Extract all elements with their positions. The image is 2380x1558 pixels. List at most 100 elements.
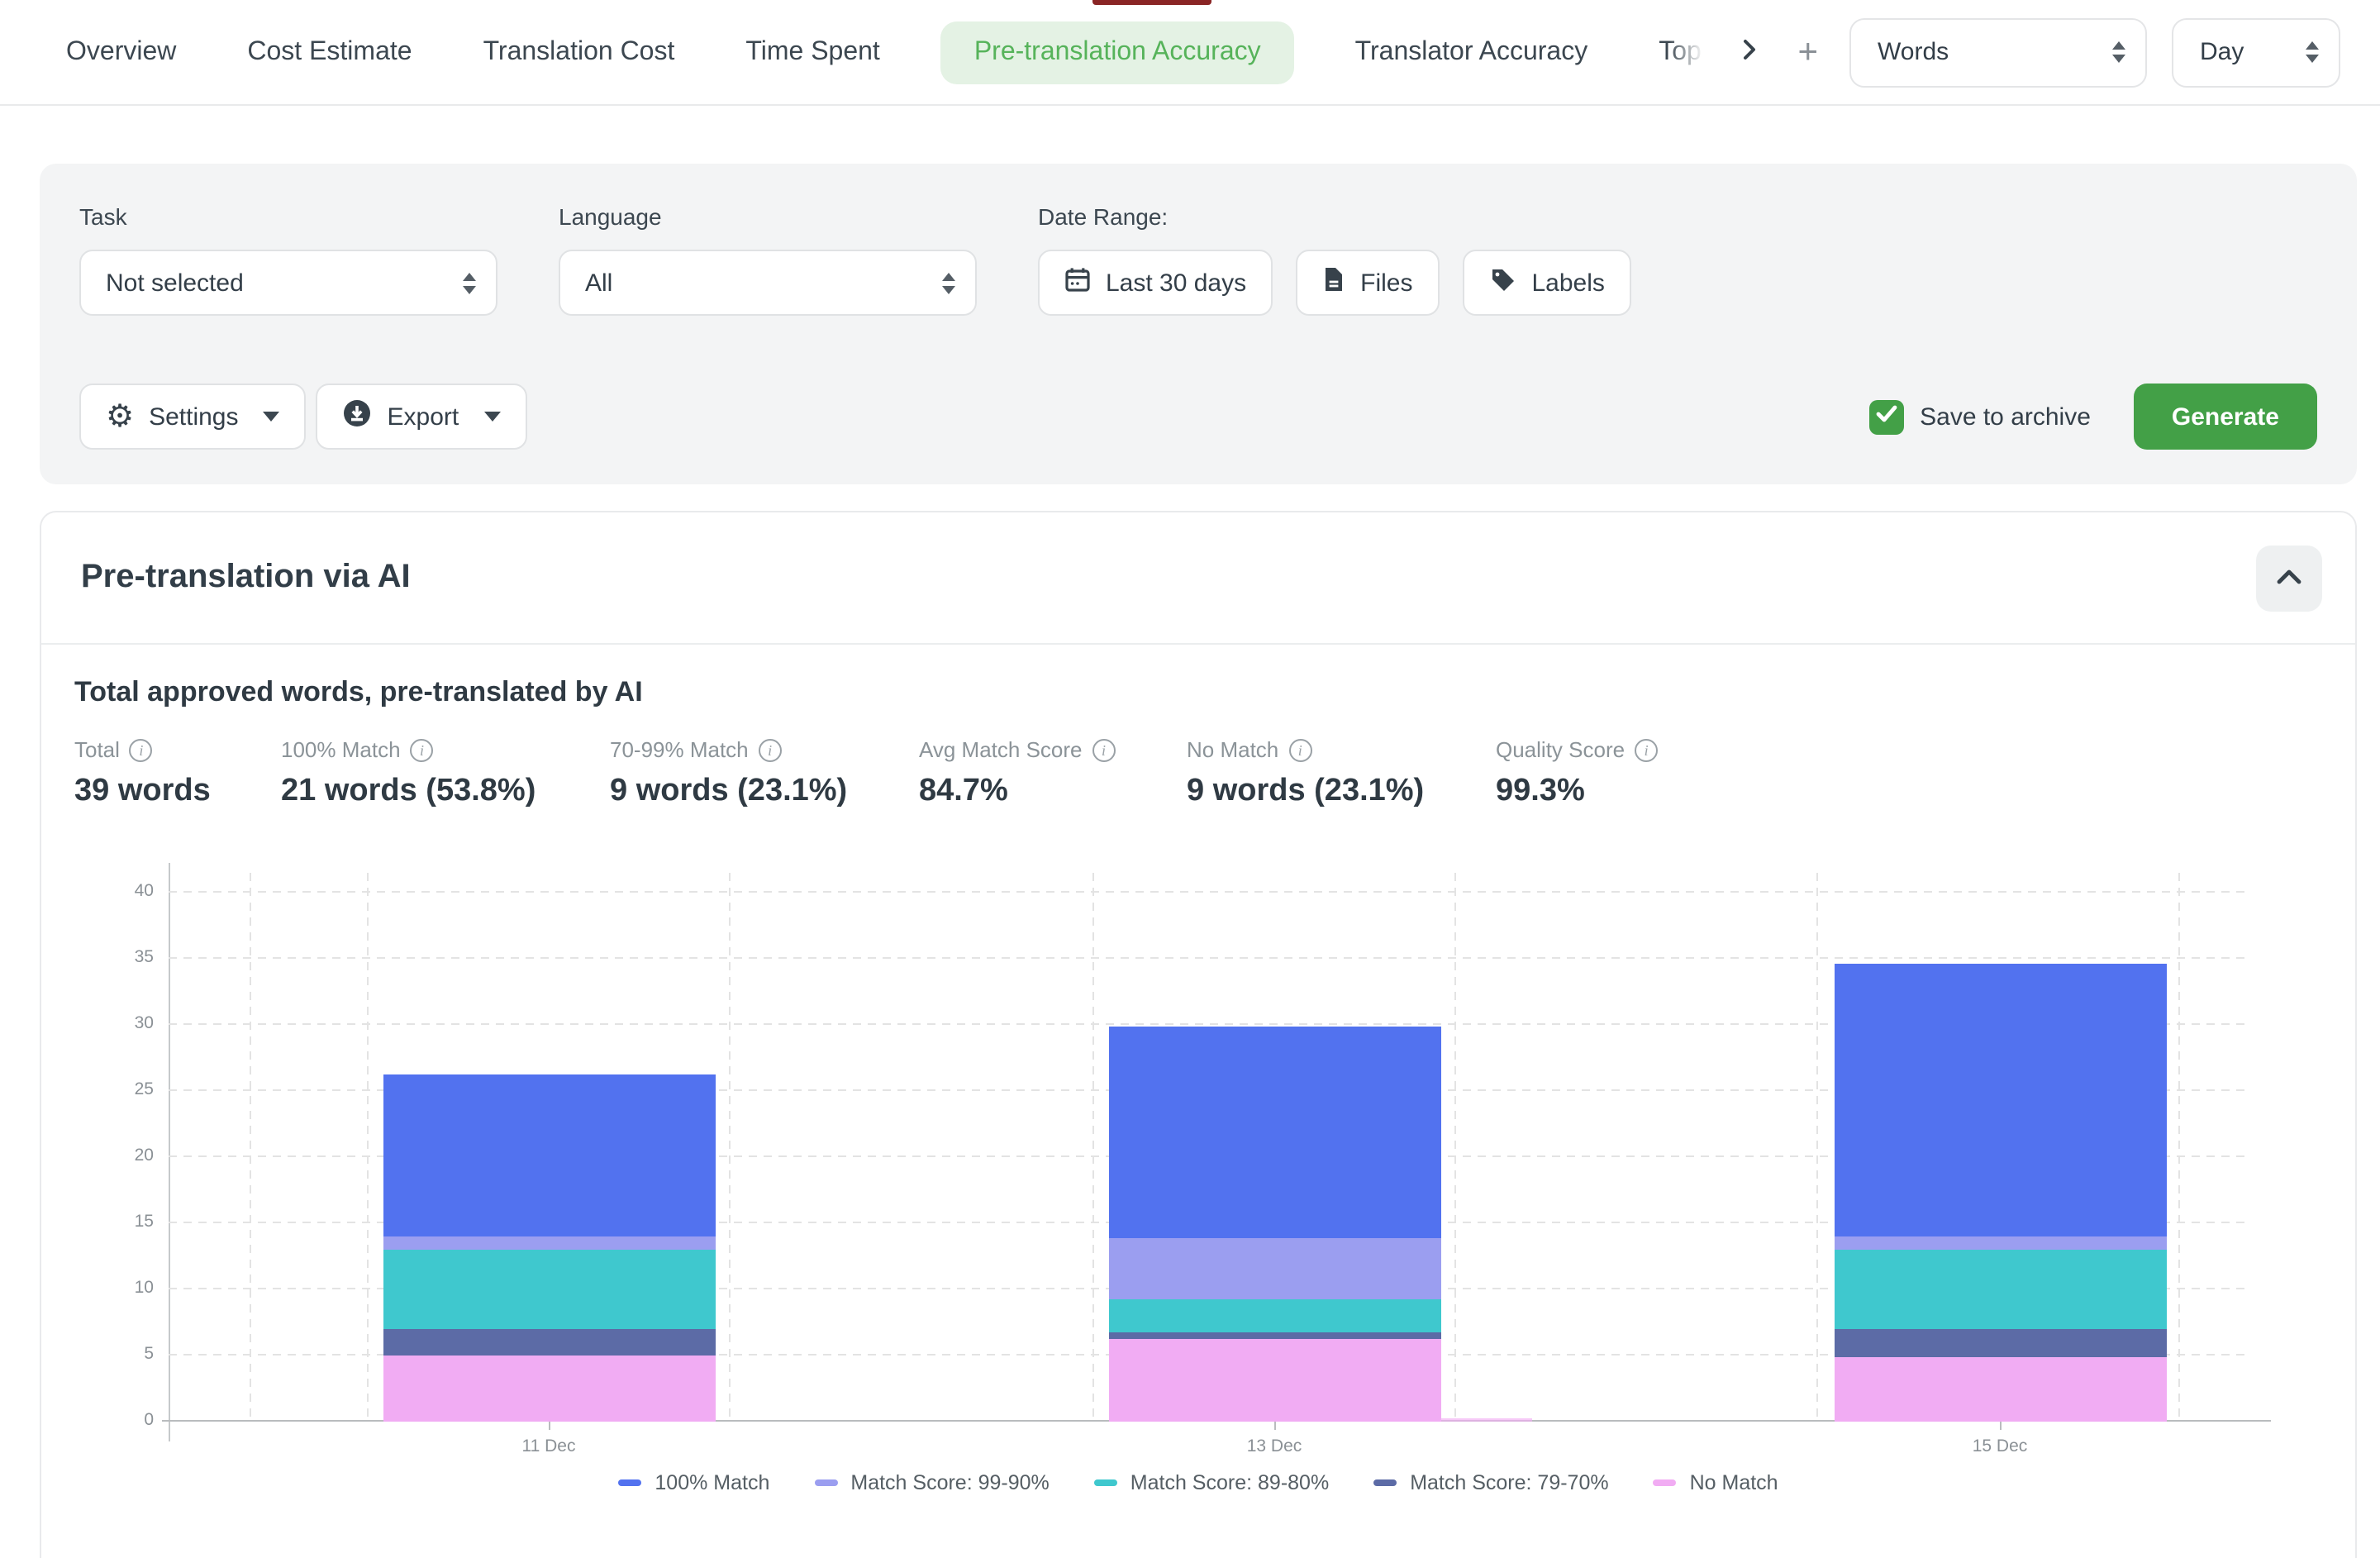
- stat-total: Totali39 words: [74, 737, 281, 810]
- tab-pre-translation-accuracy[interactable]: Pre-translation Accuracy: [941, 21, 1294, 83]
- bar-segment-13-dec[interactable]: [1108, 1338, 1440, 1422]
- add-tab-button[interactable]: +: [1791, 28, 1825, 76]
- h-gridline: [169, 891, 2248, 893]
- language-select[interactable]: All: [559, 250, 977, 316]
- y-tick-label: 25: [74, 1079, 154, 1099]
- y-tick-label: 35: [74, 947, 154, 967]
- card-title: Pre-translation via AI: [81, 559, 411, 597]
- x-tick: [549, 1422, 550, 1430]
- info-icon[interactable]: i: [759, 738, 782, 761]
- interval-select-value: Day: [2200, 38, 2244, 66]
- settings-button-label: Settings: [149, 403, 238, 431]
- tab-time-spent[interactable]: Time Spent: [745, 37, 879, 67]
- date-range-button[interactable]: Last 30 days: [1038, 250, 1273, 316]
- info-icon[interactable]: i: [411, 738, 434, 761]
- stat-value: 84.7%: [919, 774, 1187, 810]
- legend-item-2[interactable]: Match Score: 89-80%: [1094, 1471, 1329, 1494]
- stat-label: Quality Score: [1496, 737, 1625, 762]
- info-icon[interactable]: i: [1635, 738, 1658, 761]
- export-button[interactable]: Export: [317, 384, 527, 450]
- bar-segment-11-dec[interactable]: [383, 1356, 715, 1422]
- tabs-scroll-right-button[interactable]: [1730, 31, 1766, 73]
- unit-select-value: Words: [1878, 38, 1949, 66]
- check-icon: [1875, 402, 1897, 431]
- info-icon[interactable]: i: [1288, 738, 1311, 761]
- chevron-down-icon: [264, 412, 280, 422]
- y-tick-label: 30: [74, 1013, 154, 1033]
- x-tick: [2000, 1422, 2002, 1430]
- chart-legend: 100% Match Match Score: 99-90% Match Score…: [74, 1471, 2322, 1494]
- y-tick-label: 0: [74, 1410, 154, 1430]
- chart-plot: [169, 873, 2248, 1422]
- tab-tools: + Words Day: [1730, 17, 2340, 87]
- bar-segment-14-dec[interactable]: [1430, 1419, 1532, 1422]
- bar-segment-11-dec[interactable]: [383, 1329, 715, 1356]
- stats-row: Totali39 words100% Matchi21 words (53.8%…: [74, 737, 2322, 810]
- bar-segment-15-dec[interactable]: [1834, 1236, 2166, 1250]
- info-icon[interactable]: i: [1092, 738, 1116, 761]
- chevron-up-icon: [2276, 565, 2302, 590]
- actions-row-right: Save to archive Generate: [1868, 384, 2317, 450]
- settings-button[interactable]: ⚙ Settings: [79, 384, 307, 450]
- tab-top[interactable]: Top: [1659, 37, 1705, 67]
- report-tabbar: Overview Cost Estimate Translation Cost Tim…: [0, 0, 2380, 106]
- bar-segment-15-dec[interactable]: [1834, 964, 2166, 1236]
- legend-marker-icon: [618, 1479, 641, 1486]
- legend-marker-icon: [1094, 1479, 1117, 1486]
- language-select-value: All: [585, 269, 612, 297]
- page: Overview Cost Estimate Translation Cost Tim…: [0, 0, 2380, 1558]
- legend-label: No Match: [1690, 1471, 1778, 1494]
- bar-segment-13-dec[interactable]: [1108, 1332, 1440, 1338]
- legend-label: Match Score: 99-90%: [850, 1471, 1049, 1494]
- stat-label: No Match: [1187, 737, 1278, 762]
- y-tick-label: 15: [74, 1212, 154, 1232]
- tab-translation-cost[interactable]: Translation Cost: [483, 37, 675, 67]
- tab-translator-accuracy[interactable]: Translator Accuracy: [1355, 37, 1588, 67]
- tab-overview[interactable]: Overview: [66, 37, 176, 67]
- v-gridline: [1092, 873, 1094, 1422]
- legend-item-0[interactable]: 100% Match: [618, 1471, 769, 1494]
- tag-icon: [1488, 265, 1516, 300]
- save-to-archive-label[interactable]: Save to archive: [1920, 403, 2091, 431]
- bar-segment-13-dec[interactable]: [1108, 1027, 1440, 1238]
- stat-no-match: No Match i 9 words (23.1%): [1187, 737, 1496, 810]
- save-to-archive-checkbox[interactable]: [1868, 399, 1903, 434]
- bar-segment-11-dec[interactable]: [383, 1250, 715, 1329]
- bar-segment-13-dec[interactable]: [1108, 1238, 1440, 1300]
- v-gridline: [1816, 873, 1818, 1422]
- y-tick-label: 10: [74, 1278, 154, 1298]
- top-edge-sliver: [1092, 0, 1211, 5]
- legend-item-4[interactable]: No Match: [1654, 1471, 1778, 1494]
- generate-button[interactable]: Generate: [2134, 384, 2317, 450]
- interval-select[interactable]: Day: [2172, 17, 2340, 87]
- bar-segment-15-dec[interactable]: [1834, 1250, 2166, 1329]
- task-select[interactable]: Not selected: [79, 250, 497, 316]
- bar-segment-13-dec[interactable]: [1108, 1300, 1440, 1332]
- stat-value: 39 words: [74, 774, 281, 810]
- select-arrows-icon: [2306, 41, 2319, 63]
- tabs-list: Overview Cost Estimate Translation Cost Tim…: [66, 21, 1705, 83]
- bar-segment-15-dec[interactable]: [1834, 1329, 2166, 1357]
- bar-segment-15-dec[interactable]: [1834, 1357, 2166, 1422]
- task-label: Task: [79, 203, 497, 230]
- files-button[interactable]: Files: [1296, 250, 1439, 316]
- pretranslation-card: Pre-translation via AI Total approved wo…: [40, 511, 2357, 1558]
- bar-segment-11-dec[interactable]: [383, 1236, 715, 1250]
- tab-cost-estimate[interactable]: Cost Estimate: [247, 37, 412, 67]
- labels-button[interactable]: Labels: [1462, 250, 1630, 316]
- file-icon: [1322, 266, 1345, 299]
- stat-value: 9 words (23.1%): [1187, 774, 1496, 810]
- v-gridline: [2178, 873, 2180, 1422]
- info-icon[interactable]: i: [130, 738, 153, 761]
- stat-avg-match-score: Avg Match Scorei84.7%: [919, 737, 1187, 810]
- bar-segment-11-dec[interactable]: [383, 1074, 715, 1236]
- legend-label: Match Score: 89-80%: [1130, 1471, 1329, 1494]
- unit-select[interactable]: Words: [1849, 17, 2147, 87]
- legend-item-1[interactable]: Match Score: 99-90%: [814, 1471, 1049, 1494]
- x-tick: [1274, 1422, 1276, 1430]
- download-icon: [343, 398, 373, 435]
- legend-item-3[interactable]: Match Score: 79-70%: [1373, 1471, 1608, 1494]
- collapse-card-button[interactable]: [2256, 545, 2322, 611]
- stat-value: 9 words (23.1%): [610, 774, 919, 810]
- v-gridline: [729, 873, 731, 1422]
